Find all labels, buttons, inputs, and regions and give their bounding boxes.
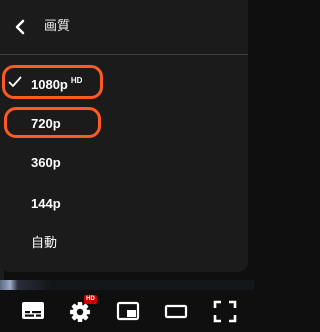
quality-settings-menu: 画質 1080p HD 720p 360p 144p 自動 <box>0 0 248 272</box>
miniplayer-icon[interactable] <box>114 298 142 324</box>
quality-option-label: 360p <box>31 155 61 170</box>
video-frame-strip <box>0 280 254 290</box>
quality-option-auto[interactable]: 自動 <box>0 226 248 262</box>
quality-option-label: 自動 <box>31 236 58 251</box>
subtitles-icon[interactable] <box>19 298 47 324</box>
quality-option-label: 1080p HD <box>31 76 83 92</box>
checkmark-icon <box>8 76 22 87</box>
quality-option-144p[interactable]: 144p <box>0 186 248 222</box>
menu-title: 画質 <box>44 19 71 34</box>
quality-option-720p[interactable]: 720p <box>0 106 248 142</box>
fullscreen-icon[interactable] <box>211 298 239 324</box>
quality-option-label: 144p <box>31 196 61 211</box>
back-chevron-icon[interactable] <box>13 19 27 35</box>
player-control-bar <box>0 290 254 332</box>
quality-option-1080p[interactable]: 1080p HD <box>0 63 248 99</box>
menu-divider <box>0 54 248 55</box>
theater-mode-icon[interactable] <box>162 298 190 324</box>
menu-back-header[interactable]: 画質 <box>0 0 248 54</box>
hd-superscript: HD <box>70 76 83 85</box>
quality-option-label: 720p <box>31 116 61 131</box>
quality-option-360p[interactable]: 360p <box>0 145 248 181</box>
settings-hd-badge: HD <box>84 295 97 304</box>
